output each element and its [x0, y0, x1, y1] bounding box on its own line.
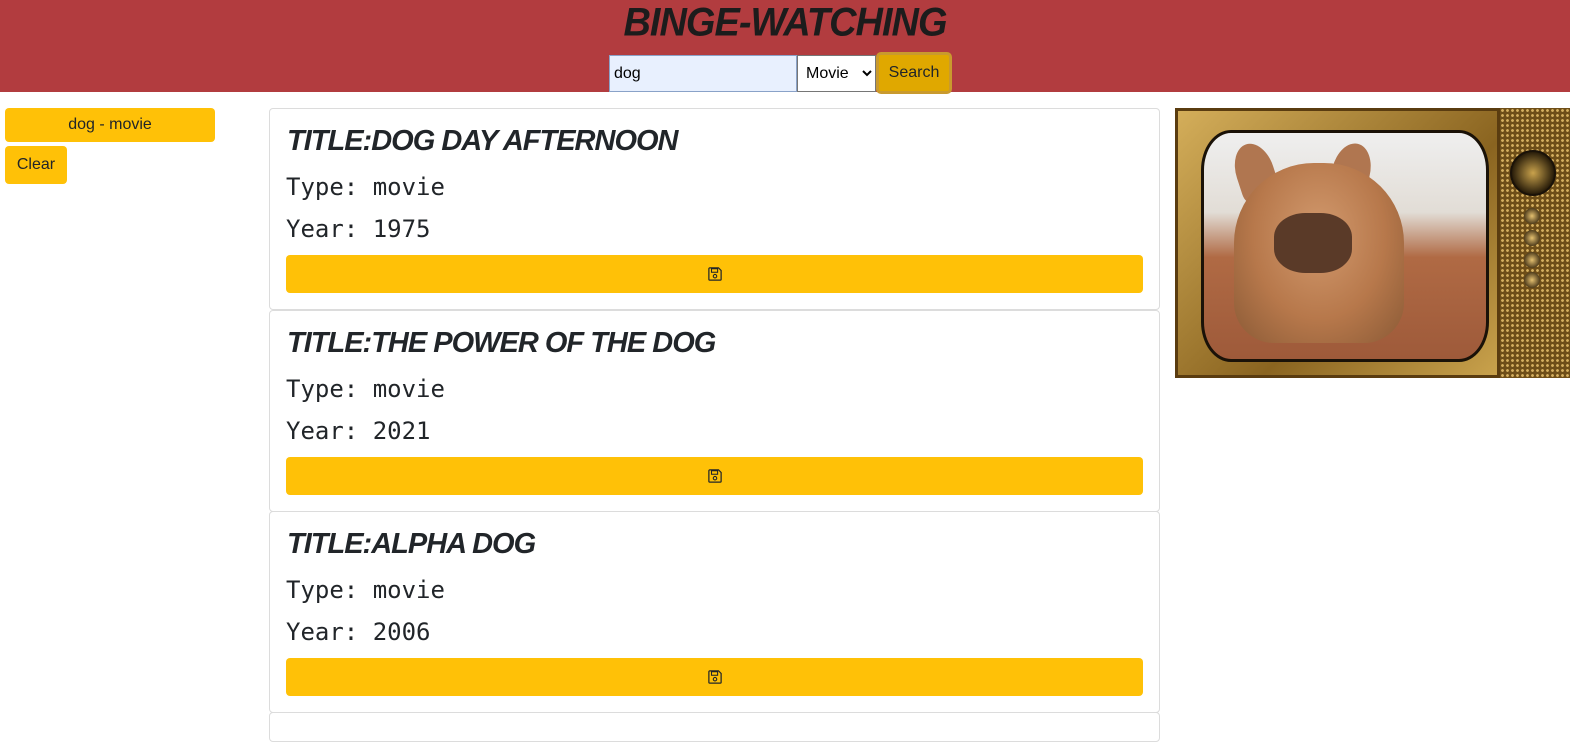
tv-knob [1524, 252, 1540, 268]
result-type: Type: movie [286, 375, 445, 403]
tv-screen [1201, 130, 1489, 362]
result-title: Title:Dog Day Afternoon [287, 125, 679, 157]
result-year: Year: 1975 [286, 215, 431, 243]
dog-muzzle [1274, 213, 1352, 273]
header-bar: Binge-Watching Movie Search [0, 0, 1570, 94]
tv-knob [1510, 150, 1556, 196]
result-title: Title:The Power of the Dog [287, 327, 716, 359]
result-year: Year: 2021 [286, 417, 431, 445]
result-card: Title:Dog Day Afternoon Type: movie Year… [269, 108, 1160, 310]
save-button[interactable] [286, 255, 1143, 293]
search-button[interactable]: Search [876, 52, 952, 94]
result-year: Year: 2006 [286, 618, 431, 646]
search-input[interactable] [609, 55, 797, 92]
type-select[interactable]: Movie [797, 55, 876, 92]
result-title: Title:Alpha Dog [287, 528, 536, 560]
result-type: Type: movie [286, 173, 445, 201]
tv-knob [1524, 230, 1540, 246]
history-item-button[interactable]: dog - movie [5, 108, 215, 142]
result-type: Type: movie [286, 576, 445, 604]
app-title: Binge-Watching [623, 0, 947, 46]
save-button[interactable] [286, 457, 1143, 495]
result-card-partial [269, 712, 1160, 742]
tv-knob [1524, 272, 1540, 288]
save-button[interactable] [286, 658, 1143, 696]
floppy-disk-icon [707, 670, 722, 684]
result-card: Title:Alpha Dog Type: movie Year: 2006 [269, 511, 1160, 713]
result-card: Title:The Power of the Dog Type: movie Y… [269, 310, 1160, 512]
tv-image [1175, 108, 1570, 378]
floppy-disk-icon [707, 469, 722, 483]
clear-button[interactable]: Clear [5, 146, 67, 184]
floppy-disk-icon [707, 267, 722, 281]
tv-knob [1524, 208, 1540, 224]
